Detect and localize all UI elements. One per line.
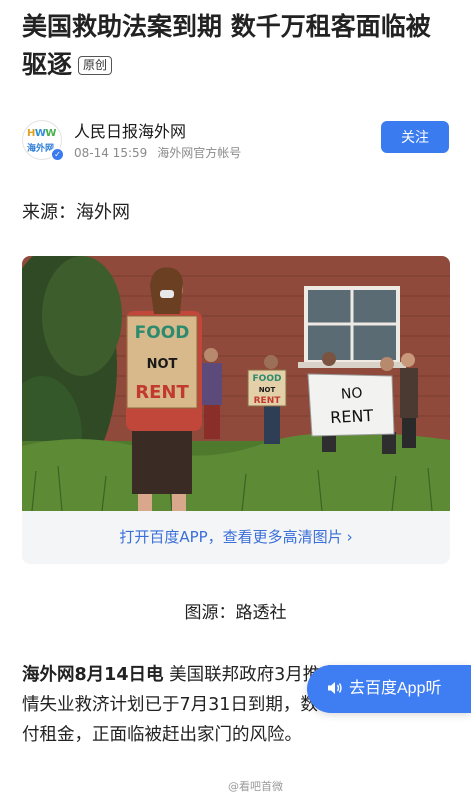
follow-button[interactable]: 关注 <box>381 121 449 153</box>
hww-logo-letters: HWW <box>27 128 56 139</box>
author-row: HWW 海外网 ✓ 人民日报海外网 08-14 15:59 海外网官方帐号 关注 <box>22 118 450 164</box>
watermark: @看吧首微 <box>228 780 283 793</box>
sign2-rent-text: RENT <box>254 396 282 406</box>
verified-check-icon: ✓ <box>50 147 65 162</box>
open-app-label: 打开百度APP，查看更多高清图片 <box>119 528 343 546</box>
sign2-food-text: FOOD <box>253 374 282 384</box>
protest-photo[interactable]: FOOD NOT RENT FOOD NOT RENT NO RENT <box>22 256 450 511</box>
image-caption: 图源：路透社 <box>184 603 287 623</box>
author-meta: 08-14 15:59 海外网官方帐号 <box>74 144 241 161</box>
listen-label: 去百度App听 <box>349 680 442 697</box>
open-baidu-app-link[interactable]: 打开百度APP，查看更多高清图片 › <box>22 511 450 564</box>
banner-rent-text: RENT <box>330 406 374 427</box>
image-card[interactable]: FOOD NOT RENT FOOD NOT RENT NO RENT 打开百度… <box>22 256 450 564</box>
chevron-right-icon: › <box>346 528 353 546</box>
speaker-icon <box>327 665 343 713</box>
account-type: 海外网官方帐号 <box>157 146 242 160</box>
sign-rent-text: RENT <box>135 382 189 403</box>
sign-not-text: NOT <box>147 357 178 372</box>
listen-in-app-button[interactable]: 去百度App听 <box>307 665 471 713</box>
original-badge: 原创 <box>78 56 113 75</box>
source-line: 来源：海外网 <box>22 202 130 223</box>
article-title: 美国救助法案到期 数千万租客面临被驱逐 原创 <box>22 8 452 84</box>
dateline: 海外网8月14日电 <box>22 665 164 685</box>
banner-no-text: NO <box>340 385 363 402</box>
author-name[interactable]: 人民日报海外网 <box>74 118 186 142</box>
publish-date: 08-14 15:59 <box>74 146 148 160</box>
sign2-not-text: NOT <box>259 386 276 394</box>
sign-food-text: FOOD <box>135 323 190 343</box>
